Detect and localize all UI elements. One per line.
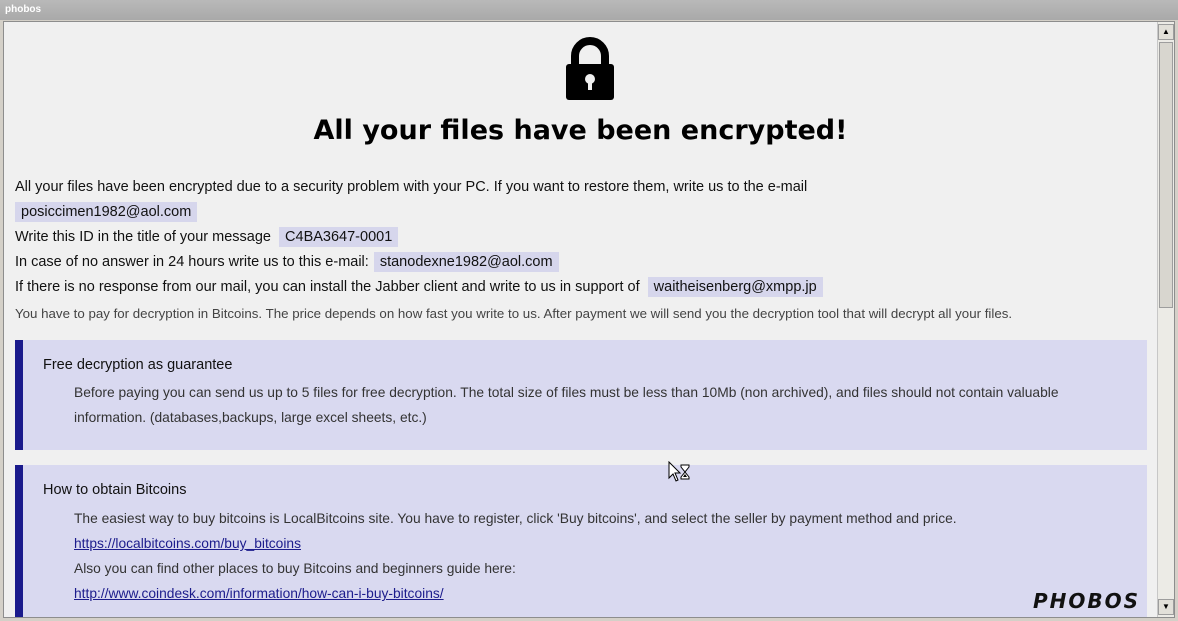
guarantee-panel: Free decryption as guarantee Before payi…: [15, 340, 1147, 450]
intro-text: All your files have been encrypted due t…: [15, 179, 808, 195]
bitcoins-text-2: Also you can find other places to buy Bi…: [74, 561, 516, 576]
coindesk-link[interactable]: http://www.coindesk.com/information/how-…: [74, 586, 444, 601]
localbitcoins-link[interactable]: https://localbitcoins.com/buy_bitcoins: [74, 536, 301, 551]
secondary-email[interactable]: stanodexne1982@aol.com: [373, 252, 559, 272]
payment-note: You have to pay for decryption in Bitcoi…: [15, 306, 1013, 321]
bitcoins-panel: How to obtain Bitcoins The easiest way t…: [15, 465, 1147, 617]
bitcoins-title: How to obtain Bitcoins: [43, 482, 187, 498]
id-row: Write this ID in the title of your messa…: [15, 227, 399, 247]
jabber-label: If there is no response from our mail, y…: [15, 279, 640, 295]
window-titlebar: phobos: [0, 0, 1178, 20]
id-label: Write this ID in the title of your messa…: [15, 229, 272, 245]
jabber-row: If there is no response from our mail, y…: [15, 277, 823, 297]
vertical-scrollbar[interactable]: ▲ ▼: [1157, 22, 1174, 617]
primary-email[interactable]: posiccimen1982@aol.com: [15, 202, 198, 222]
guarantee-title: Free decryption as guarantee: [43, 357, 233, 373]
window-title: phobos: [5, 4, 42, 15]
guarantee-text: Before paying you can send us up to 5 fi…: [74, 385, 1059, 425]
lock-icon: [566, 37, 614, 100]
scroll-up-button[interactable]: ▲: [1158, 24, 1174, 40]
scroll-thumb[interactable]: [1159, 42, 1173, 308]
jabber-address[interactable]: waitheisenberg@xmpp.jp: [647, 277, 823, 297]
fallback-row: In case of no answer in 24 hours write u…: [15, 252, 559, 272]
page-headline: All your files have been encrypted!: [313, 115, 848, 146]
scroll-down-button[interactable]: ▼: [1158, 599, 1174, 615]
phobos-logo: PHOBOS: [1033, 589, 1141, 613]
bitcoins-text-1: The easiest way to buy bitcoins is Local…: [74, 511, 957, 526]
fallback-label: In case of no answer in 24 hours write u…: [15, 254, 369, 270]
ransom-note-content: All your files have been encrypted! All …: [4, 22, 1157, 617]
bitcoins-link-2-row: http://www.coindesk.com/information/how-…: [74, 581, 1124, 606]
victim-id[interactable]: C4BA3647-0001: [279, 227, 399, 247]
email1-row: posiccimen1982@aol.com: [15, 202, 198, 222]
busy-cursor-icon: [668, 461, 690, 482]
bitcoins-link-1-row: https://localbitcoins.com/buy_bitcoins: [74, 531, 1124, 556]
